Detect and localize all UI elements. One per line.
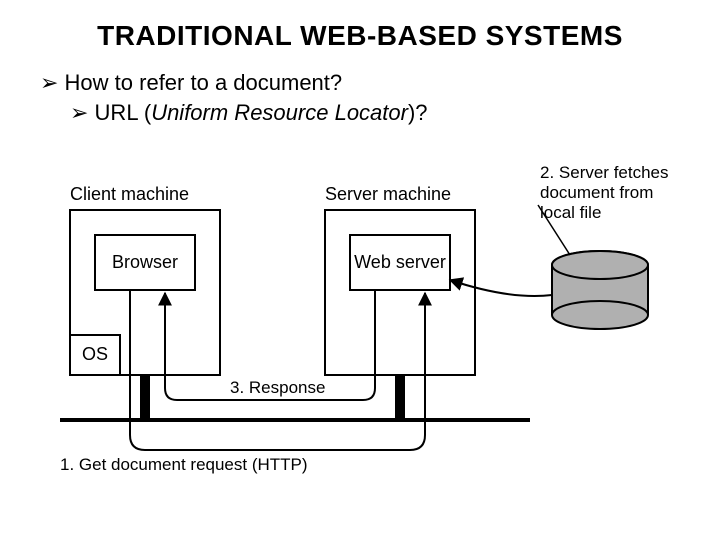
- step1-label: 1. Get document request (HTTP): [60, 455, 308, 474]
- bullet-2-suffix: )?: [408, 100, 428, 125]
- step2-label-line3: local file: [540, 203, 601, 222]
- architecture-diagram: Client machine Browser OS Server machine…: [40, 160, 680, 480]
- bullet-level-2: URL (Uniform Resource Locator)?: [70, 100, 428, 126]
- step2-label-line1: 2. Server fetches: [540, 163, 669, 182]
- web-server-label: Web server: [354, 252, 446, 272]
- step2-label-line2: document from: [540, 183, 653, 202]
- step3-label: 3. Response: [230, 378, 325, 397]
- slide-title: TRADITIONAL WEB-BASED SYSTEMS: [0, 20, 720, 52]
- bullet-level-1: How to refer to a document?: [40, 70, 342, 96]
- server-connector: [395, 375, 405, 420]
- client-machine-label: Client machine: [70, 184, 189, 204]
- bullet-2-prefix: URL (: [95, 100, 152, 125]
- client-connector: [140, 375, 150, 420]
- bullet-2-italic: Uniform Resource Locator: [151, 100, 408, 125]
- browser-label: Browser: [112, 252, 178, 272]
- os-label: OS: [82, 344, 108, 364]
- database-icon: [552, 251, 648, 329]
- server-machine-label: Server machine: [325, 184, 451, 204]
